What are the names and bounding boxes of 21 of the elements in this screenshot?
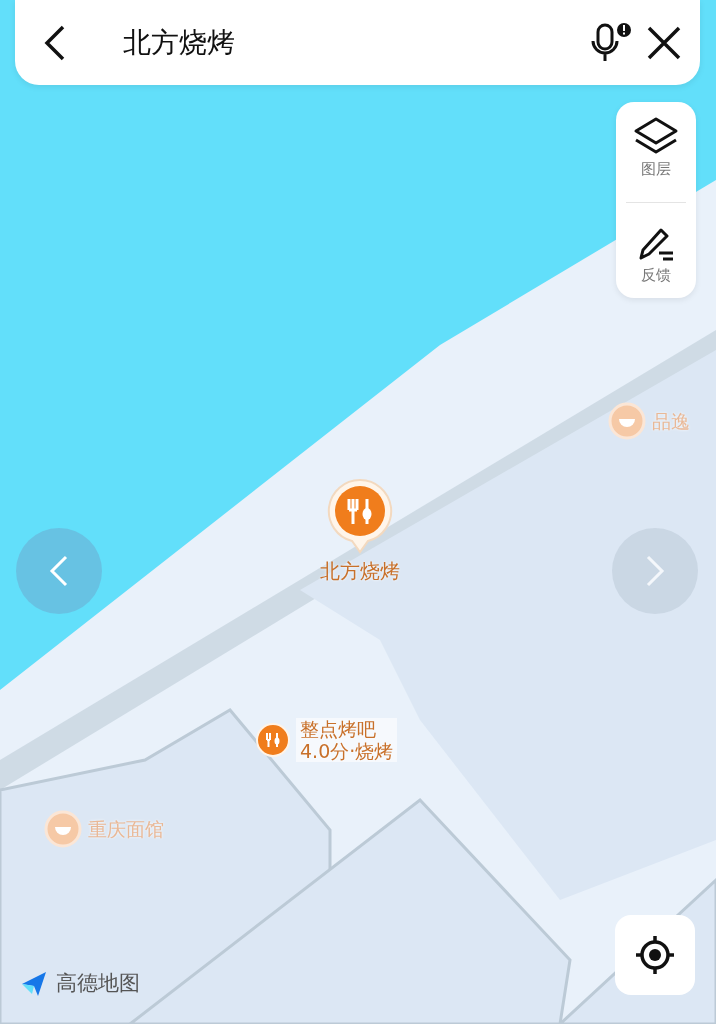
layers-button[interactable]: 图层 [629,111,683,183]
locate-icon [633,933,677,977]
logo-text: 高德地图 [56,970,140,997]
restaurant-icon[interactable] [256,723,290,757]
search-bar[interactable]: 北方烧烤 [15,0,700,85]
chevron-left-icon [48,554,70,588]
locate-button[interactable] [615,915,695,995]
close-button[interactable] [646,24,682,61]
search-input[interactable]: 北方烧烤 [121,25,578,60]
chevron-right-icon [644,554,666,588]
poi-label: 品逸 [652,410,690,432]
poi-label: 整点烤吧 [300,718,377,740]
restaurant-icon[interactable] [608,402,646,440]
poi-rating: 4.0分·烧烤 [300,740,394,762]
poi-label: 重庆面馆 [88,818,164,840]
close-icon [646,24,682,61]
layers-icon [633,115,679,156]
restaurant-icon[interactable] [44,810,82,848]
feedback-button[interactable]: 反馈 [631,221,681,289]
restaurant-pin-icon[interactable] [325,478,395,556]
poi-label: 北方烧烤 [320,560,400,582]
